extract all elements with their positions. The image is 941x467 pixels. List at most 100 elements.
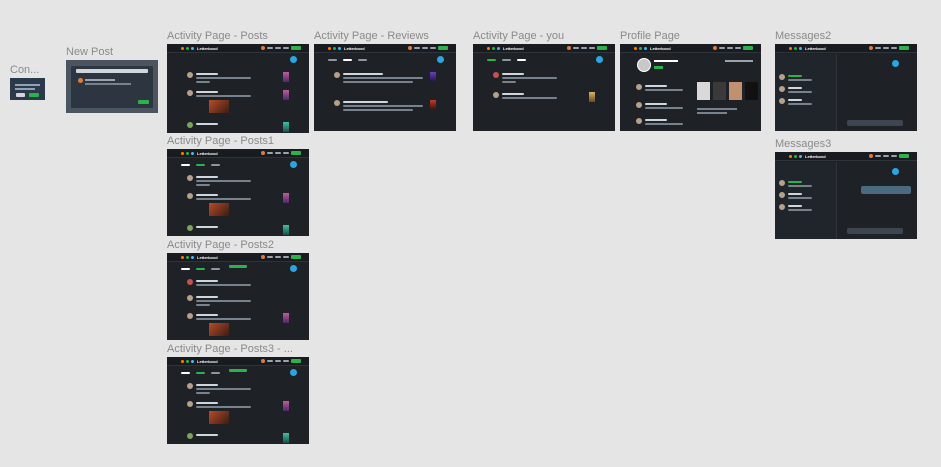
list-item — [187, 72, 289, 92]
confirm-dialog — [10, 78, 45, 100]
list-item — [636, 84, 686, 104]
toast — [229, 265, 247, 268]
activity-tabs[interactable] — [181, 164, 220, 166]
message-bubble — [861, 186, 911, 194]
activity-tabs[interactable] — [487, 59, 526, 61]
messages3-screen: Letterboxd — [775, 152, 917, 239]
navbar: Letterboxd — [167, 357, 309, 366]
messages2-screen: Letterboxd — [775, 44, 917, 131]
list-item — [187, 225, 289, 236]
favorite-films — [697, 82, 758, 100]
posts2-screen: Letterboxd — [167, 253, 309, 340]
logo: Letterboxd — [789, 46, 826, 51]
logo: Letterboxd — [181, 46, 218, 51]
reviews-screen: Letterboxd — [314, 44, 456, 131]
navbar: Letterboxd — [167, 44, 309, 53]
frame-label: Messages3 — [775, 138, 832, 150]
frame-label: Messages2 — [775, 30, 832, 42]
frame-messages3[interactable]: Messages3 Letterboxd — [775, 138, 917, 239]
navbar: Letterboxd — [620, 44, 761, 53]
nav-links — [261, 151, 301, 155]
navbar: Letterboxd — [775, 152, 917, 161]
list-item — [187, 295, 289, 315]
add-post-button[interactable] — [596, 56, 603, 63]
logo: Letterboxd — [181, 255, 218, 260]
add-post-button[interactable] — [290, 161, 297, 168]
activity-tabs[interactable] — [328, 59, 367, 61]
activity-tabs[interactable] — [181, 372, 220, 374]
list-item — [187, 313, 289, 336]
frame-label: New Post — [66, 46, 114, 58]
frame-label: Profile Page — [620, 30, 680, 42]
logo: Letterboxd — [181, 359, 218, 364]
posts-screen: Letterboxd — [167, 44, 309, 133]
nav-links — [567, 46, 607, 50]
nav-links — [261, 46, 301, 50]
logo: Letterboxd — [487, 46, 524, 51]
frame-confirm[interactable]: Con... — [10, 64, 45, 100]
new-message-button[interactable] — [892, 168, 899, 175]
list-item — [187, 433, 289, 444]
frame-messages2[interactable]: Messages2 Letterboxd — [775, 30, 917, 131]
frame-label: Activity Page - Posts1 — [167, 135, 274, 147]
frame-profile[interactable]: Profile Page Letterboxd — [620, 30, 761, 131]
follow-button[interactable] — [654, 66, 663, 69]
profile-avatar — [637, 58, 651, 72]
navbar: Letterboxd — [314, 44, 456, 53]
navbar: Letterboxd — [167, 149, 309, 158]
frame-label: Activity Page - Posts3 - ... — [167, 343, 293, 355]
frame-label: Activity Page - Reviews — [314, 30, 429, 42]
list-item — [187, 193, 289, 216]
logo: Letterboxd — [181, 151, 218, 156]
navbar: Letterboxd — [775, 44, 917, 53]
nav-links — [261, 255, 301, 259]
posts1-screen: Letterboxd — [167, 149, 309, 236]
list-item — [334, 100, 436, 120]
list-item[interactable] — [779, 98, 833, 118]
list-item — [334, 72, 436, 92]
list-item — [493, 72, 595, 92]
add-post-button[interactable] — [290, 265, 297, 272]
profile-screen: Letterboxd — [620, 44, 761, 131]
frame-activity-posts[interactable]: Activity Page - Posts Letterboxd — [167, 30, 309, 133]
add-post-button[interactable] — [437, 56, 444, 63]
frame-activity-posts3[interactable]: Activity Page - Posts3 - ... Letterboxd — [167, 343, 309, 444]
navbar: Letterboxd — [473, 44, 615, 53]
logo: Letterboxd — [634, 46, 671, 51]
message-input[interactable] — [847, 120, 903, 126]
frame-activity-posts2[interactable]: Activity Page - Posts2 Letterboxd — [167, 239, 309, 340]
list-item — [187, 90, 289, 113]
new-post-modal — [70, 65, 154, 109]
list-item — [187, 122, 289, 133]
nav-links — [408, 46, 448, 50]
frame-label: Con... — [10, 64, 40, 76]
posts3-screen: Letterboxd — [167, 357, 309, 444]
nav-links — [261, 359, 301, 363]
frame-activity-posts1[interactable]: Activity Page - Posts1 Letterboxd — [167, 135, 309, 236]
new-message-button[interactable] — [892, 60, 899, 67]
list-item — [636, 118, 686, 131]
frame-activity-reviews[interactable]: Activity Page - Reviews Letterboxd — [314, 30, 456, 131]
you-screen: Letterboxd — [473, 44, 615, 131]
toast — [229, 369, 247, 372]
frame-label: Activity Page - Posts — [167, 30, 268, 42]
nav-links — [869, 154, 909, 158]
navbar: Letterboxd — [167, 253, 309, 262]
logo: Letterboxd — [789, 154, 826, 159]
activity-tabs[interactable] — [181, 268, 220, 270]
new-post-screen — [66, 60, 158, 113]
list-item — [187, 175, 289, 195]
frame-label: Activity Page - you — [473, 30, 565, 42]
list-item — [493, 92, 595, 112]
list-item[interactable] — [779, 204, 833, 224]
frame-activity-you[interactable]: Activity Page - you Letterboxd — [473, 30, 615, 131]
list-item — [187, 383, 289, 403]
add-post-button[interactable] — [290, 56, 297, 63]
list-item — [187, 401, 289, 424]
message-input[interactable] — [847, 228, 903, 234]
nav-links — [713, 46, 753, 50]
nav-links — [869, 46, 909, 50]
add-post-button[interactable] — [290, 369, 297, 376]
frame-label: Activity Page - Posts2 — [167, 239, 274, 251]
frame-new-post[interactable]: New Post — [66, 46, 158, 113]
